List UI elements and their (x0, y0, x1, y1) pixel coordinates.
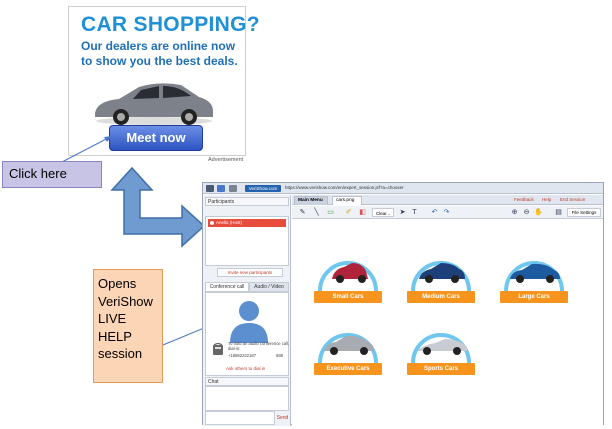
end-session-link[interactable]: End Session (560, 197, 585, 202)
eraser-icon[interactable]: ◧ (358, 208, 367, 217)
participant-row[interactable]: Ariella (Host) (208, 219, 286, 227)
participant-list: Ariella (Host) (205, 216, 289, 266)
pointer-icon[interactable]: ➤ (398, 208, 407, 217)
verishow-logo: VeriShow.com (245, 185, 281, 192)
tab-cars-png[interactable]: cars.png (332, 196, 362, 205)
opens-session-callout: Opens VeriShow LIVE HELP session (93, 269, 163, 383)
callout-line: session (98, 346, 143, 361)
home-icon[interactable] (229, 185, 237, 192)
tab-audio-video[interactable]: Audio / Video (249, 282, 289, 292)
participant-status-icon (210, 221, 214, 225)
car-image (95, 83, 213, 125)
main-content: Main Menu cars.png Feedback Help End Ses… (292, 195, 603, 426)
conference-code: 688 (276, 353, 283, 358)
participants-title: Participants (208, 199, 235, 205)
pencil-icon[interactable]: ✎ (298, 208, 307, 217)
clear-button[interactable]: Clear... (372, 208, 394, 217)
chat-title: Chat (208, 379, 219, 385)
sports-car-icon (411, 333, 471, 364)
zoom-in-icon[interactable]: ⊕ (510, 208, 519, 217)
send-button[interactable]: Send (276, 411, 289, 425)
chat-input[interactable] (205, 411, 275, 425)
ask-dial-in-link[interactable]: Ask others to dial in (226, 366, 265, 371)
help-link[interactable]: Help (542, 197, 551, 202)
participants-header: Participants (205, 197, 289, 206)
feedback-link[interactable]: Feedback (514, 197, 534, 202)
address-bar[interactable]: https://www.verishow.com/en/expert_sessi… (285, 185, 404, 190)
phone-icon (213, 342, 223, 355)
car-category-label: Large Cars (500, 291, 568, 303)
shape-icon[interactable]: ▭ (326, 208, 335, 217)
ad-title: CAR SHOPPING? (81, 13, 260, 36)
zoom-out-icon[interactable]: ⊖ (522, 208, 531, 217)
car-shopping-ad[interactable]: CAR SHOPPING? Our dealers are online now… (68, 6, 260, 156)
chat-header: Chat (205, 377, 289, 386)
small-car-icon (318, 261, 378, 292)
pan-icon[interactable]: ✋ (534, 208, 543, 217)
ad-caption: Advertisement (208, 157, 244, 163)
highlighter-icon[interactable]: ✐ (344, 208, 353, 217)
avatar-placeholder-icon (230, 301, 268, 343)
callout-line: Opens (98, 276, 137, 291)
car-category-label: Medium Cars (407, 291, 475, 303)
car-category-label: Small Cars (314, 291, 382, 303)
file-settings-button[interactable]: File Settings (567, 208, 601, 217)
callout-line: LIVE (98, 311, 127, 326)
meet-now-button[interactable]: Meet now (109, 125, 203, 151)
tab-conference-call[interactable]: Conference call (205, 282, 249, 292)
undo-icon[interactable]: ↶ (430, 208, 439, 217)
text-icon[interactable]: T (410, 208, 419, 217)
callout-line: VeriShow (98, 293, 153, 309)
participant-name: Ariella (Host) (216, 220, 243, 225)
large-car-icon (504, 261, 564, 292)
ad-subtitle: Our dealers are online now to show you t… (81, 39, 238, 68)
line-icon[interactable]: ╲ (312, 208, 321, 217)
redo-icon[interactable]: ↷ (442, 208, 451, 217)
conference-instructions: To hold an audio conference call, dial-i… (228, 341, 290, 351)
callout-line: HELP (98, 328, 132, 344)
chat-log (205, 386, 289, 411)
conference-number: +18882232187 (228, 353, 257, 358)
click-here-callout: Click here (2, 161, 102, 188)
big-arrow-icon (110, 166, 206, 248)
call-tabs: Conference call Audio / Video (205, 282, 289, 292)
invite-button[interactable]: Invite new participants (217, 268, 283, 277)
browser-titlebar: VeriShow.com https://www.verishow.com/en… (203, 183, 603, 194)
verishow-window: VeriShow.com https://www.verishow.com/en… (202, 182, 604, 426)
car-category-label: Executive Cars (314, 363, 382, 375)
annotation-toolbar: ✎ ╲ ▭ ✐ ◧ Clear... ➤ T ↶ ↷ ⊕ ⊖ ✋ ▤ File … (292, 206, 603, 219)
document-tabs: Main Menu cars.png Feedback Help End Ses… (292, 195, 603, 205)
conference-panel: To hold an audio conference call, dial-i… (205, 292, 289, 376)
tab-main-menu[interactable]: Main Menu (294, 196, 328, 205)
medium-car-icon (411, 261, 471, 292)
executive-car-icon (318, 333, 378, 364)
sidebar: Participants Ariella (Host) Invite new p… (203, 195, 291, 426)
back-icon[interactable] (206, 185, 214, 192)
car-category-label: Sports Cars (407, 363, 475, 375)
settings-icon[interactable]: ▤ (554, 208, 563, 217)
forward-icon[interactable] (217, 185, 225, 192)
